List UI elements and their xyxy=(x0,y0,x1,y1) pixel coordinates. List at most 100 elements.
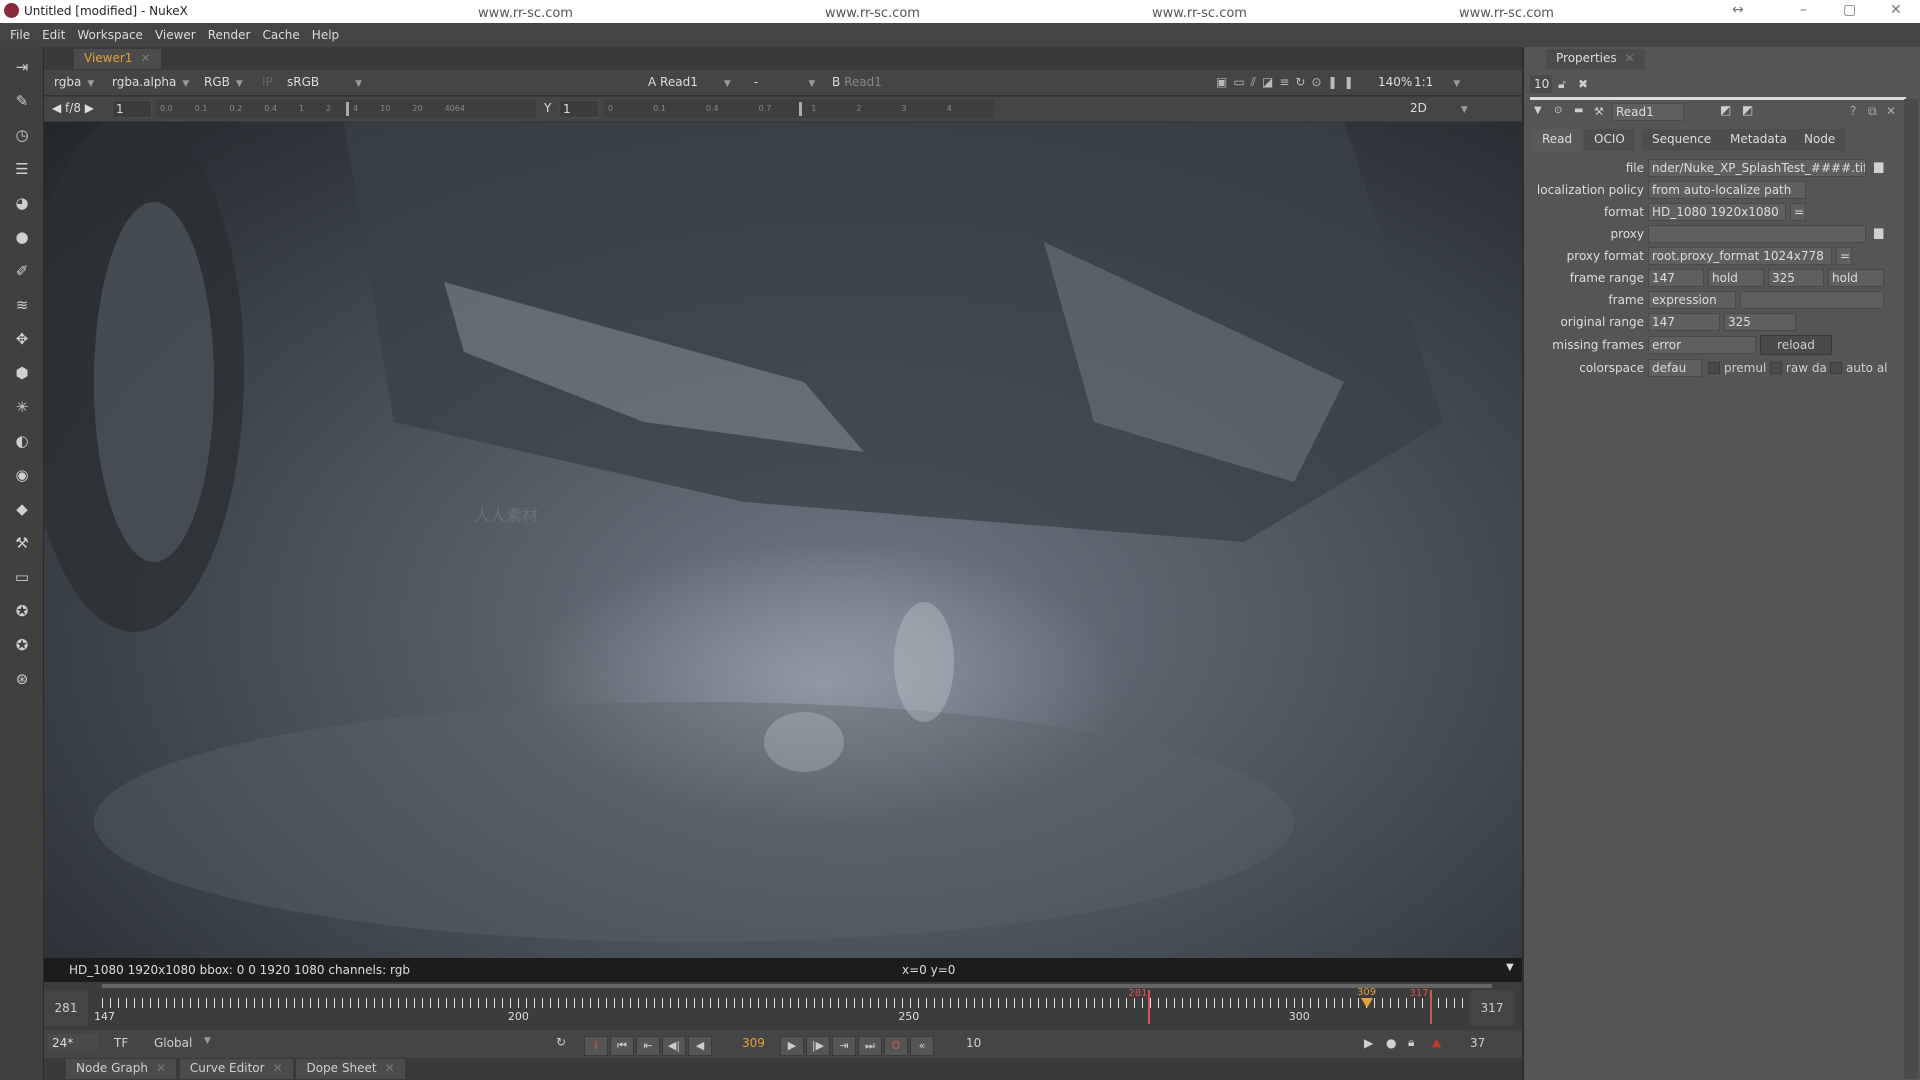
max-panels-field[interactable]: 10 xyxy=(1530,75,1552,93)
out-marker[interactable] xyxy=(1429,990,1432,1024)
monitor-icon[interactable]: ▲ xyxy=(1432,1035,1441,1049)
menu-file[interactable]: File xyxy=(10,28,30,42)
proxy-field[interactable] xyxy=(1648,225,1866,243)
wrench-icon[interactable]: ⚒ xyxy=(1594,105,1604,118)
lock-icon[interactable]: 🔒︎ xyxy=(1408,1035,1414,1050)
tab-curve-editor[interactable]: Curve Editor ✕ xyxy=(179,1059,293,1079)
expand-icon[interactable]: ▼ xyxy=(1506,962,1514,973)
maximize-button[interactable]: ▢ xyxy=(1843,2,1856,18)
colorspace-dropdown[interactable]: defau xyxy=(1648,359,1702,377)
menu-cache[interactable]: Cache xyxy=(262,28,299,42)
in-point-button[interactable]: I xyxy=(584,1036,608,1056)
skip-back-button[interactable]: « xyxy=(910,1036,934,1056)
clear-panels-icon[interactable]: ✖ xyxy=(1578,77,1588,91)
prev-keyframe-button[interactable]: ⇤ xyxy=(636,1036,660,1056)
lut-dropdown[interactable]: sRGB ▼ xyxy=(287,75,362,89)
b-input-dropdown[interactable]: B Read1 xyxy=(832,75,882,89)
menu-help[interactable]: Help xyxy=(312,28,339,42)
tab-sequence[interactable]: Sequence xyxy=(1642,129,1722,151)
out-point-button[interactable]: O xyxy=(884,1036,908,1056)
ip-button[interactable]: IP xyxy=(262,75,273,89)
gamma-slider[interactable]: 0 0.1 0.4 0.7 1 2 3 4 xyxy=(604,100,994,118)
transform-icon[interactable]: ✥ xyxy=(12,329,32,349)
skip-frames-field[interactable]: 37 xyxy=(1470,1036,1485,1050)
deep-icon[interactable]: ◐ xyxy=(12,431,32,451)
scroll-bar[interactable] xyxy=(102,984,1492,988)
file-field[interactable]: nder/Nuke_XP_SplashTest_####.tiff xyxy=(1648,159,1866,177)
close-icon[interactable]: ✕ xyxy=(140,51,150,65)
viewer-image[interactable]: 人人素材 xyxy=(44,122,1522,958)
zoom-dropdown[interactable]: 140% xyxy=(1378,75,1412,89)
premul-checkbox[interactable] xyxy=(1708,362,1720,374)
channel-icon[interactable]: ☰ xyxy=(12,159,32,179)
alpha-dropdown[interactable]: rgba.alpha ▼ xyxy=(112,75,189,89)
tab-properties[interactable]: Properties ✕ xyxy=(1546,49,1645,69)
timeline-slider[interactable]: 147200250300325281317309 xyxy=(94,984,1505,1026)
out-frame-field[interactable]: 317 xyxy=(1470,990,1514,1026)
in-marker[interactable] xyxy=(1148,990,1151,1024)
scrollbar[interactable] xyxy=(1904,99,1918,1079)
other-icon[interactable]: ▭ xyxy=(12,567,32,587)
float-icon[interactable]: ⧉ xyxy=(1868,104,1877,119)
first-frame-button[interactable]: ⏮ xyxy=(610,1036,634,1056)
gamma-input[interactable]: 1 xyxy=(559,100,599,118)
image-icon[interactable]: ⇥ xyxy=(12,57,32,77)
fstop-control[interactable]: ◀ f/8 ▶ xyxy=(52,101,94,115)
flipbook-icon[interactable]: ▶ xyxy=(1364,1036,1373,1050)
input-icon[interactable]: ▬ xyxy=(1574,105,1583,116)
ratio-dropdown[interactable]: 1:1 ▼ xyxy=(1414,75,1460,89)
center-node-icon[interactable]: ⊙ xyxy=(1554,105,1562,116)
range-start-mode-dropdown[interactable]: hold xyxy=(1708,269,1764,287)
menu-workspace[interactable]: Workspace xyxy=(77,28,143,42)
close-icon[interactable]: ✕ xyxy=(1625,51,1635,65)
color-swatch-icon[interactable]: ◩ xyxy=(1742,103,1753,117)
tab-read[interactable]: Read xyxy=(1532,129,1583,151)
compare-op-dropdown[interactable]: - ▼ xyxy=(754,75,815,89)
display-dropdown[interactable]: RGB ▼ xyxy=(204,75,243,89)
increment-field[interactable]: 10 xyxy=(966,1036,981,1050)
tab-dope-sheet[interactable]: Dope Sheet ✕ xyxy=(296,1059,405,1079)
frame-value-field[interactable] xyxy=(1740,291,1884,309)
scope-dropdown[interactable]: Global xyxy=(154,1036,192,1050)
tab-ocio[interactable]: OCIO xyxy=(1584,129,1635,151)
help-icon[interactable]: ? xyxy=(1850,104,1856,118)
tab-node-graph[interactable]: Node Graph ✕ xyxy=(66,1059,177,1079)
minimize-button[interactable]: – xyxy=(1800,2,1807,18)
frame-mode-dropdown[interactable]: expression xyxy=(1648,291,1736,309)
channels-dropdown[interactable]: rgba ▼ xyxy=(54,75,94,89)
menu-render[interactable]: Render xyxy=(208,28,251,42)
loop-icon[interactable]: ↻ xyxy=(556,1035,566,1049)
close-icon[interactable]: ✕ xyxy=(385,1061,395,1075)
range-end-field[interactable]: 325 xyxy=(1768,269,1824,287)
ocula-icon[interactable]: ✪ xyxy=(12,635,32,655)
time-icon[interactable]: ◷ xyxy=(12,125,32,145)
menu-edit[interactable]: Edit xyxy=(42,28,65,42)
merge-icon[interactable]: ≋ xyxy=(12,295,32,315)
step-back-button[interactable]: ◀| xyxy=(662,1036,686,1056)
resize-icon[interactable]: ↔ xyxy=(1732,2,1744,18)
format-edit-button[interactable]: = xyxy=(1790,203,1806,221)
proxy-format-dropdown[interactable]: root.proxy_format 1024x778 xyxy=(1648,247,1832,265)
tf-dropdown[interactable]: TF xyxy=(114,1036,128,1050)
color-swatch-icon[interactable]: ◩ xyxy=(1720,103,1731,117)
toolsets-icon[interactable]: ⚒ xyxy=(12,533,32,553)
node-name-field[interactable]: Read1 xyxy=(1612,103,1684,121)
proxy-format-edit-button[interactable]: = xyxy=(1836,247,1852,265)
next-keyframe-button[interactable]: ⇥ xyxy=(832,1036,856,1056)
close-icon[interactable]: ✕ xyxy=(273,1061,283,1075)
last-frame-button[interactable]: ⏭ xyxy=(858,1036,882,1056)
draw-icon[interactable]: ✎ xyxy=(12,91,32,111)
furnace-icon[interactable]: ✪ xyxy=(12,601,32,621)
folder-icon[interactable]: ▆ xyxy=(1874,159,1883,173)
close-icon[interactable]: ✕ xyxy=(1886,104,1896,118)
view-mode-dropdown[interactable]: 2D ▼ xyxy=(1410,101,1468,115)
close-button[interactable]: ✕ xyxy=(1890,2,1902,18)
range-start-field[interactable]: 147 xyxy=(1648,269,1704,287)
collapse-icon[interactable]: ▼ xyxy=(1534,105,1542,116)
current-frame-field[interactable]: 309 xyxy=(742,1036,765,1050)
keyer-icon[interactable]: ✐ xyxy=(12,261,32,281)
auto-alpha-checkbox[interactable] xyxy=(1830,362,1842,374)
fps-field[interactable]: 24* xyxy=(48,1034,98,1052)
color-icon[interactable]: ◕ xyxy=(12,193,32,213)
reload-button[interactable]: reload xyxy=(1760,335,1832,355)
